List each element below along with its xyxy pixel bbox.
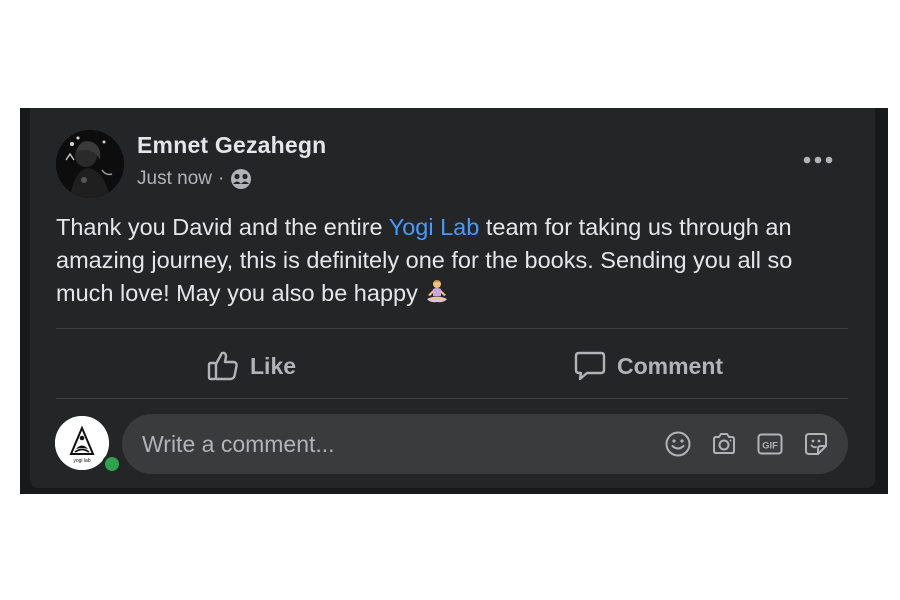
author-photo bbox=[56, 130, 124, 198]
post-text-start: Thank you David and the entire bbox=[56, 214, 389, 240]
lotus-position-emoji-icon bbox=[427, 280, 448, 303]
gif-label: GIF bbox=[762, 441, 778, 452]
post-meta: Just now · bbox=[137, 168, 252, 190]
commenter-avatar[interactable]: yogi lab bbox=[55, 416, 109, 470]
gif-icon[interactable]: GIF bbox=[756, 430, 784, 458]
author-name[interactable]: Emnet Gezahegn bbox=[137, 132, 326, 159]
comment-box[interactable]: GIF bbox=[122, 414, 848, 474]
yogi-lab-logo: yogi lab bbox=[55, 416, 109, 470]
like-button[interactable]: Like bbox=[206, 344, 296, 388]
author-avatar[interactable] bbox=[56, 130, 124, 198]
post-card: Emnet Gezahegn Just now · Thank you Davi… bbox=[30, 108, 875, 488]
divider-bottom bbox=[56, 398, 848, 399]
more-options-button[interactable] bbox=[798, 148, 838, 172]
logo-text: yogi lab bbox=[73, 458, 90, 464]
online-status-indicator bbox=[102, 454, 122, 474]
comment-bubble-icon bbox=[574, 351, 606, 381]
post-timestamp[interactable]: Just now bbox=[137, 168, 212, 190]
comment-input[interactable] bbox=[142, 414, 642, 474]
like-label: Like bbox=[250, 352, 297, 379]
post-text: Thank you David and the entire Yogi Lab … bbox=[56, 211, 856, 310]
comment-button[interactable]: Comment bbox=[573, 344, 723, 388]
more-dots-icon bbox=[803, 156, 833, 164]
mention-link[interactable]: Yogi Lab bbox=[389, 214, 480, 240]
friends-icon[interactable] bbox=[230, 168, 252, 190]
thumbs-up-icon bbox=[207, 351, 238, 381]
meta-separator: · bbox=[217, 168, 225, 189]
post-frame: Emnet Gezahegn Just now · Thank you Davi… bbox=[20, 108, 888, 494]
camera-icon[interactable] bbox=[710, 430, 738, 458]
sticker-icon[interactable] bbox=[802, 430, 830, 458]
divider-top bbox=[56, 328, 848, 329]
comment-label: Comment bbox=[617, 352, 724, 379]
emoji-icon[interactable] bbox=[664, 430, 692, 458]
